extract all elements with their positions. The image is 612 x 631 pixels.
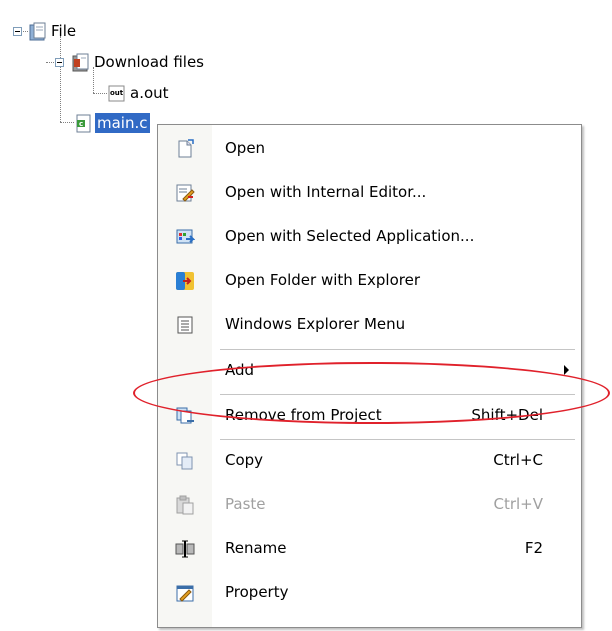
menu-item-label: Open Folder with Explorer [225,271,420,289]
download-folder-icon [71,53,89,72]
menu-item-label: Property [225,583,289,601]
menu-item-label: Remove from Project [225,406,382,424]
menu-item-open-internal-editor[interactable]: Open with Internal Editor... [158,171,581,215]
menu-item-shortcut: Shift+Del [471,406,543,424]
menu-item-copy[interactable]: Copy Ctrl+C [158,439,581,483]
folder-file-icon [28,22,46,41]
menu-item-label: Add [225,361,255,379]
tree-connector [60,122,74,123]
tree-node-download-files[interactable]: Download files [71,51,206,73]
menu-item-label: Open with Internal Editor... [225,183,427,201]
menu-item-shortcut: F2 [524,539,543,557]
copy-icon [175,451,195,471]
tree-node-main-c[interactable]: c main.c [74,112,150,134]
tree-node-label: a.out [130,84,169,102]
c-source-file-icon: c [74,114,92,133]
explorer-menu-icon [175,315,195,335]
rename-icon [175,539,195,559]
svg-text:c: c [79,120,83,128]
internal-editor-icon [175,183,195,203]
context-menu: Open Open with Internal Editor... Open w… [157,124,582,628]
collapse-toggle-download-files[interactable] [55,58,64,67]
tree-node-label: main.c [95,113,150,133]
tree-node-label: File [51,22,77,40]
remove-from-project-icon [175,406,195,426]
tree-node-file[interactable]: File [28,20,78,42]
tree-connector [60,36,61,122]
tree-node-a-out[interactable]: out a.out [107,82,171,104]
menu-item-remove-from-project[interactable]: Remove from Project Shift+Del [158,394,581,438]
menu-item-open-selected-application[interactable]: Open with Selected Application... [158,215,581,259]
open-icon [175,139,195,159]
menu-item-rename[interactable]: Rename F2 [158,527,581,571]
tree-connector [93,93,107,94]
collapse-toggle-file[interactable] [13,27,22,36]
menu-item-label: Paste [225,495,266,513]
menu-item-label: Windows Explorer Menu [225,315,406,333]
menu-item-shortcut: Ctrl+V [493,495,543,513]
menu-item-shortcut: Ctrl+C [493,451,543,469]
menu-item-add[interactable]: Add [158,349,581,393]
project-tree: File Download files out a.out c main.c [0,0,612,140]
selected-application-icon [175,227,196,247]
menu-item-windows-explorer-menu[interactable]: Windows Explorer Menu [158,303,581,347]
property-icon [175,583,195,603]
menu-item-paste[interactable]: Paste Ctrl+V [158,483,581,527]
paste-icon [175,495,195,515]
menu-item-open[interactable]: Open [158,127,581,171]
menu-item-property[interactable]: Property [158,571,581,615]
out-file-icon: out [107,84,125,102]
menu-item-label: Open with Selected Application... [225,227,475,245]
menu-item-label: Rename [225,539,287,557]
svg-text:out: out [110,89,124,97]
menu-item-open-folder-explorer[interactable]: Open Folder with Explorer [158,259,581,303]
menu-item-label: Open [225,139,266,157]
menu-item-label: Copy [225,451,264,469]
explorer-folder-icon [175,271,195,291]
tree-node-label: Download files [94,53,204,71]
submenu-arrow-icon [564,365,569,375]
